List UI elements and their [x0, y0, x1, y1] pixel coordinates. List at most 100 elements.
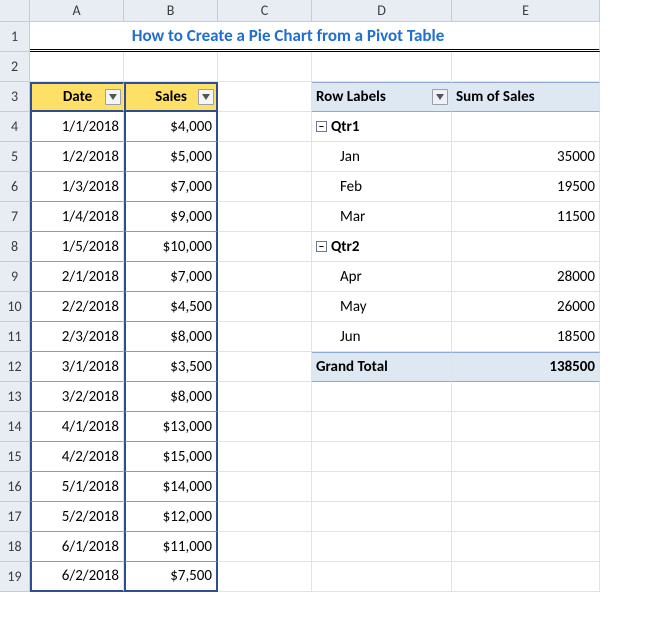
- row-header-3[interactable]: 3: [0, 82, 30, 112]
- row-header-9[interactable]: 9: [0, 262, 30, 292]
- data-date-10[interactable]: 4/1/2018: [30, 412, 124, 442]
- col-header-d[interactable]: D: [312, 0, 452, 22]
- cell-e16[interactable]: [452, 472, 600, 502]
- data-sales-5[interactable]: $7,000: [124, 262, 218, 292]
- pivot-item-feb[interactable]: Feb: [312, 172, 452, 202]
- data-date-5[interactable]: 2/1/2018: [30, 262, 124, 292]
- pivot-group-1[interactable]: − Qtr2: [312, 232, 452, 262]
- select-all-corner[interactable]: [0, 0, 30, 22]
- pivot-values-header[interactable]: Sum of Sales: [452, 82, 600, 112]
- pivot-item-apr-value[interactable]: 28000: [452, 262, 600, 292]
- cell-d18[interactable]: [312, 532, 452, 562]
- cell-c3[interactable]: [218, 82, 312, 112]
- pivot-item-mar[interactable]: Mar: [312, 202, 452, 232]
- col-header-b[interactable]: B: [124, 0, 218, 22]
- row-header-2[interactable]: 2: [0, 52, 30, 82]
- row-header-7[interactable]: 7: [0, 202, 30, 232]
- data-date-8[interactable]: 3/1/2018: [30, 352, 124, 382]
- row-header-18[interactable]: 18: [0, 532, 30, 562]
- pivot-group-0[interactable]: − Qtr1: [312, 112, 452, 142]
- cell-e18[interactable]: [452, 532, 600, 562]
- filter-dropdown-date[interactable]: [105, 89, 121, 105]
- col-header-e[interactable]: E: [452, 0, 600, 22]
- cell-c11[interactable]: [218, 322, 312, 352]
- col-header-a[interactable]: A: [30, 0, 124, 22]
- collapse-icon[interactable]: −: [316, 121, 327, 132]
- row-header-12[interactable]: 12: [0, 352, 30, 382]
- pivot-item-apr[interactable]: Apr: [312, 262, 452, 292]
- pivot-row-labels-header[interactable]: Row Labels: [312, 82, 452, 112]
- data-date-9[interactable]: 3/2/2018: [30, 382, 124, 412]
- row-header-17[interactable]: 17: [0, 502, 30, 532]
- row-header-8[interactable]: 8: [0, 232, 30, 262]
- row-header-10[interactable]: 10: [0, 292, 30, 322]
- data-sales-9[interactable]: $8,000: [124, 382, 218, 412]
- row-header-13[interactable]: 13: [0, 382, 30, 412]
- data-sales-11[interactable]: $15,000: [124, 442, 218, 472]
- pivot-item-may[interactable]: May: [312, 292, 452, 322]
- data-sales-8[interactable]: $3,500: [124, 352, 218, 382]
- filter-dropdown-sales[interactable]: [198, 89, 214, 105]
- cell-c16[interactable]: [218, 472, 312, 502]
- pivot-item-jan-value[interactable]: 35000: [452, 142, 600, 172]
- cell-e15[interactable]: [452, 442, 600, 472]
- cell-c17[interactable]: [218, 502, 312, 532]
- collapse-icon[interactable]: −: [316, 241, 327, 252]
- data-date-14[interactable]: 6/1/2018: [30, 532, 124, 562]
- data-date-4[interactable]: 1/5/2018: [30, 232, 124, 262]
- cell-e14[interactable]: [452, 412, 600, 442]
- cell-d2[interactable]: [312, 52, 452, 82]
- pivot-item-may-value[interactable]: 26000: [452, 292, 600, 322]
- row-header-5[interactable]: 5: [0, 142, 30, 172]
- cell-e2[interactable]: [452, 52, 600, 82]
- cell-e19[interactable]: [452, 562, 600, 592]
- pivot-item-jan[interactable]: Jan: [312, 142, 452, 172]
- table-header-sales[interactable]: Sales: [124, 82, 218, 112]
- row-header-16[interactable]: 16: [0, 472, 30, 502]
- cell-c6[interactable]: [218, 172, 312, 202]
- pivot-item-feb-value[interactable]: 19500: [452, 172, 600, 202]
- data-sales-1[interactable]: $5,000: [124, 142, 218, 172]
- pivot-item-jun-value[interactable]: 18500: [452, 322, 600, 352]
- cell-c2[interactable]: [218, 52, 312, 82]
- data-date-1[interactable]: 1/2/2018: [30, 142, 124, 172]
- cell-c13[interactable]: [218, 382, 312, 412]
- row-header-11[interactable]: 11: [0, 322, 30, 352]
- cell-d17[interactable]: [312, 502, 452, 532]
- cell-a2[interactable]: [30, 52, 124, 82]
- row-header-4[interactable]: 4: [0, 112, 30, 142]
- pivot-item-jun[interactable]: Jun: [312, 322, 452, 352]
- data-sales-0[interactable]: $4,000: [124, 112, 218, 142]
- data-sales-3[interactable]: $9,000: [124, 202, 218, 232]
- pivot-group-1-value[interactable]: [452, 232, 600, 262]
- cell-c9[interactable]: [218, 262, 312, 292]
- pivot-item-mar-value[interactable]: 11500: [452, 202, 600, 232]
- cell-d19[interactable]: [312, 562, 452, 592]
- cell-d14[interactable]: [312, 412, 452, 442]
- cell-d13[interactable]: [312, 382, 452, 412]
- data-date-7[interactable]: 2/3/2018: [30, 322, 124, 352]
- cell-c7[interactable]: [218, 202, 312, 232]
- row-header-1[interactable]: 1: [0, 22, 30, 52]
- pivot-group-0-value[interactable]: [452, 112, 600, 142]
- data-date-6[interactable]: 2/2/2018: [30, 292, 124, 322]
- cell-c19[interactable]: [218, 562, 312, 592]
- cell-e17[interactable]: [452, 502, 600, 532]
- row-header-15[interactable]: 15: [0, 442, 30, 472]
- data-date-3[interactable]: 1/4/2018: [30, 202, 124, 232]
- data-sales-12[interactable]: $14,000: [124, 472, 218, 502]
- data-sales-7[interactable]: $8,000: [124, 322, 218, 352]
- data-date-11[interactable]: 4/2/2018: [30, 442, 124, 472]
- spreadsheet-grid[interactable]: A B C D E 1 How to Create a Pie Chart fr…: [0, 0, 645, 592]
- row-header-14[interactable]: 14: [0, 412, 30, 442]
- data-date-13[interactable]: 5/2/2018: [30, 502, 124, 532]
- data-sales-2[interactable]: $7,000: [124, 172, 218, 202]
- pivot-filter-dropdown[interactable]: [432, 89, 448, 105]
- data-sales-13[interactable]: $12,000: [124, 502, 218, 532]
- cell-b2[interactable]: [124, 52, 218, 82]
- cell-d15[interactable]: [312, 442, 452, 472]
- cell-c15[interactable]: [218, 442, 312, 472]
- data-sales-15[interactable]: $7,500: [124, 562, 218, 592]
- data-sales-4[interactable]: $10,000: [124, 232, 218, 262]
- cell-c8[interactable]: [218, 232, 312, 262]
